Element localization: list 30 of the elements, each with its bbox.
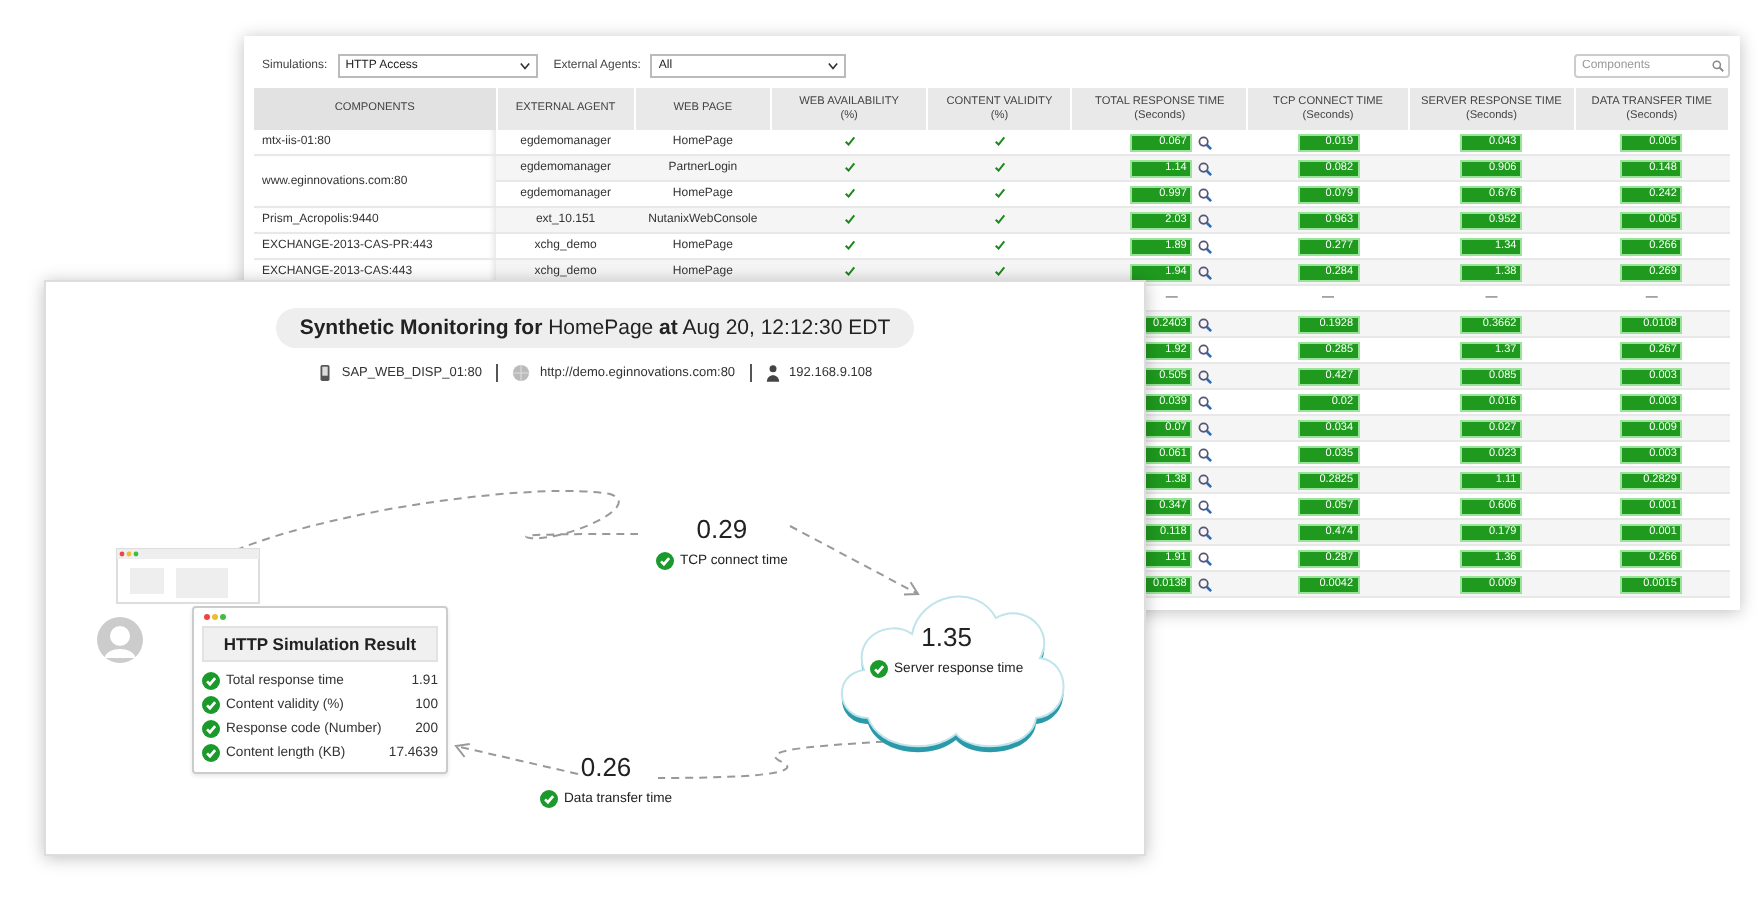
search-icon[interactable] [1198,161,1213,175]
search-icon[interactable] [1198,499,1213,513]
monitor-title: Synthetic Monitoring for HomePage at Aug 20, 12:12:30 EDT [275,308,915,348]
result-title: HTTP Simulation Result [202,626,438,662]
search-icon[interactable] [1198,265,1213,279]
search-icon[interactable] [1198,213,1213,227]
window-dots-icon [202,612,226,622]
search-icon[interactable] [1198,473,1213,487]
search-icon[interactable] [1198,525,1213,539]
search-icon[interactable] [1198,239,1213,253]
search-icon[interactable] [1198,343,1213,357]
metric-value: 1.35 [921,622,972,652]
search-icon[interactable] [1198,317,1213,331]
search-icon [1712,60,1724,72]
search-icon[interactable] [1198,421,1213,435]
phone-icon [317,364,332,382]
caret-icon [828,62,839,70]
search-icon[interactable] [1198,577,1213,591]
globe-icon [511,364,530,382]
avatar-icon [96,616,144,664]
metric-value: 0.29 [696,514,748,544]
person-icon [765,364,780,382]
search-icon[interactable] [1198,187,1213,201]
caret-icon [519,62,530,70]
search-icon[interactable] [1198,395,1213,409]
search-icon[interactable] [1198,135,1213,149]
search-icon[interactable] [1198,447,1213,461]
search-icon[interactable] [1198,551,1213,565]
metric-value: 0.26 [580,752,632,782]
search-icon[interactable] [1198,369,1213,383]
